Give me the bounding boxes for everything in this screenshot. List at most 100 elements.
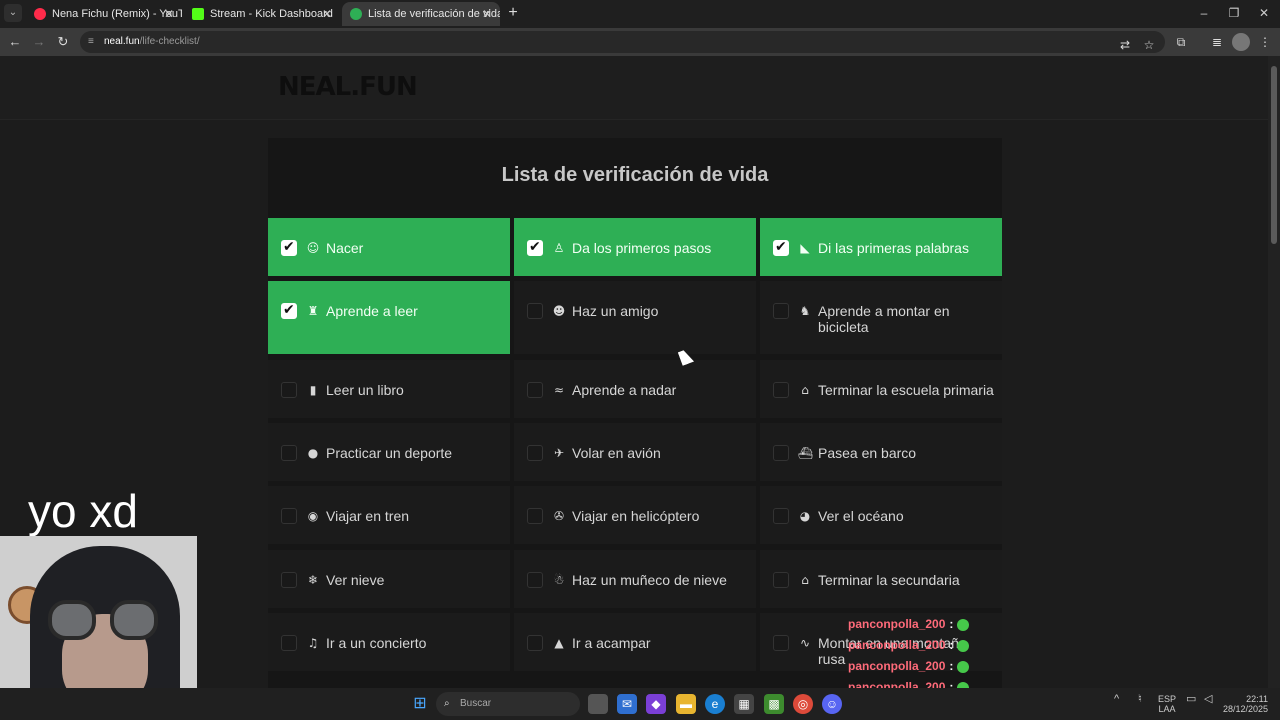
new-tab-button[interactable]: +: [504, 4, 522, 22]
checklist-checkbox[interactable]: [773, 445, 789, 461]
chat-username[interactable]: panconpolla_200: [848, 659, 945, 673]
chat-username[interactable]: panconpolla_200: [848, 638, 945, 652]
tab-search-icon[interactable]: ⌄: [4, 4, 22, 22]
extensions-icon[interactable]: ⧉: [1172, 33, 1190, 51]
swimmer-icon: ≈: [553, 383, 565, 397]
checklist-checkbox[interactable]: [281, 302, 297, 319]
checklist-item[interactable]: ⛴ Pasea en barco: [760, 423, 1002, 481]
checklist-item[interactable]: ▲ Ir a acampar: [514, 613, 756, 671]
reload-icon[interactable]: ↻: [54, 33, 72, 51]
media-controls-icon[interactable]: ≣: [1208, 33, 1226, 51]
checklist-item[interactable]: ◉ Viajar en tren: [268, 486, 510, 544]
checklist-checkbox[interactable]: [281, 572, 297, 588]
checklist-item-label: Pasea en barco: [818, 445, 917, 461]
file-explorer-icon[interactable]: ▬: [676, 694, 696, 714]
tab-kick[interactable]: Stream - Kick Dashboard ✕: [184, 2, 340, 26]
checklist-checkbox[interactable]: [527, 303, 543, 319]
menu-dots-icon[interactable]: ⋮: [1256, 33, 1274, 51]
teams-app-icon[interactable]: ◆: [646, 694, 666, 714]
back-icon[interactable]: ←: [6, 33, 24, 51]
checklist-item[interactable]: ✈ Volar en avión: [514, 423, 756, 481]
profile-avatar[interactable]: [1232, 33, 1250, 51]
checklist-item[interactable]: ♙ Da los primeros pasos: [514, 218, 756, 276]
search-placeholder: Buscar: [460, 698, 492, 709]
chat-username[interactable]: panconpolla_200: [848, 617, 945, 631]
site-info-icon[interactable]: ≡: [88, 36, 100, 48]
address-bar[interactable]: ≡ neal.fun/life-checklist/ ⇄ ☆: [80, 31, 1165, 53]
checklist-item[interactable]: ◕ Ver el océano: [760, 486, 1002, 544]
checklist-checkbox[interactable]: [773, 635, 789, 651]
checklist-item[interactable]: ⌂ Terminar la secundaria: [760, 550, 1002, 608]
checklist-item[interactable]: ❄ Ver nieve: [268, 550, 510, 608]
checklist-item-label: Aprende a leer: [326, 303, 418, 319]
tray-overflow-icon[interactable]: ^: [1114, 694, 1119, 705]
checklist-checkbox[interactable]: [527, 572, 543, 588]
microphone-icon[interactable]: ♮: [1138, 694, 1142, 705]
scrollbar-thumb[interactable]: [1271, 66, 1277, 244]
green-book-icon: ▮: [309, 383, 317, 397]
taskbar-search[interactable]: ⌕ Buscar: [436, 692, 580, 716]
clock-area[interactable]: 22:11 28/12/2025: [1222, 694, 1268, 714]
checklist-item[interactable]: ♜ Aprende a leer: [268, 281, 510, 354]
checklist-checkbox[interactable]: [281, 508, 297, 524]
site-logo[interactable]: NEAL.FUN: [278, 72, 418, 102]
checklist-item[interactable]: ◣ Di las primeras palabras: [760, 218, 1002, 276]
checklist-checkbox[interactable]: [281, 382, 297, 398]
volume-icon[interactable]: ◁: [1204, 694, 1212, 705]
checklist-checkbox[interactable]: [281, 445, 297, 461]
minecraft-icon[interactable]: ▩: [764, 694, 784, 714]
page-title: Lista de verificación de vida: [501, 164, 769, 186]
checklist-item[interactable]: ☺ Nacer: [268, 218, 510, 276]
checklist-item[interactable]: ♞ Aprende a montar en bicicleta: [760, 281, 1002, 354]
language-indicator[interactable]: ESP LAA: [1158, 694, 1176, 714]
task-view-icon[interactable]: [588, 694, 608, 714]
checklist-item-label: Terminar la escuela primaria: [818, 382, 994, 398]
minimize-icon[interactable]: –: [1194, 4, 1214, 22]
close-window-icon[interactable]: ✕: [1254, 4, 1274, 22]
checklist-checkbox[interactable]: [527, 445, 543, 461]
school-icon: ⌂: [801, 573, 809, 587]
chrome-browser-icon[interactable]: ◎: [793, 694, 813, 714]
checklist-checkbox[interactable]: [773, 572, 789, 588]
restore-icon[interactable]: ❐: [1224, 4, 1244, 22]
checklist-item[interactable]: ≈ Aprende a nadar: [514, 360, 756, 418]
url-path: /life-checklist/: [139, 36, 200, 47]
checklist-checkbox[interactable]: [773, 382, 789, 398]
tab-life-checklist[interactable]: Lista de verificación de vida ✕: [342, 2, 500, 26]
discord-app-icon[interactable]: ☺: [822, 694, 842, 714]
checklist-item[interactable]: ⌂ Terminar la escuela primaria: [760, 360, 1002, 418]
ball-icon: ●: [307, 446, 319, 460]
mail-app-icon[interactable]: ✉: [617, 694, 637, 714]
checklist-checkbox[interactable]: [527, 382, 543, 398]
browser-tab-strip: ⌄ Nena Fichu (Remix) - YouTube ✕ Stream …: [0, 0, 1280, 28]
checklist-item[interactable]: ▮ Leer un libro: [268, 360, 510, 418]
close-tab-icon[interactable]: ✕: [322, 2, 332, 26]
checklist-checkbox[interactable]: [527, 239, 543, 256]
tab-youtube[interactable]: Nena Fichu (Remix) - YouTube ✕: [26, 2, 182, 26]
checklist-checkbox[interactable]: [773, 239, 789, 256]
checklist-item-label: Nacer: [326, 240, 364, 256]
checklist-item[interactable]: ● Practicar un deporte: [268, 423, 510, 481]
checklist-item-label: Aprende a nadar: [572, 382, 677, 398]
chat-emote-icon: [957, 639, 970, 652]
checklist-item[interactable]: ✇ Viajar en helicóptero: [514, 486, 756, 544]
checklist-checkbox[interactable]: [527, 635, 543, 651]
page-scrollbar[interactable]: [1268, 56, 1280, 688]
network-icon[interactable]: ▭: [1186, 694, 1196, 705]
store-app-icon[interactable]: ▦: [734, 694, 754, 714]
checklist-item[interactable]: ☃ Haz un muñeco de nieve: [514, 550, 756, 608]
bookmark-star-icon[interactable]: ☆: [1140, 36, 1158, 54]
checklist-item[interactable]: ♫ Ir a un concierto: [268, 613, 510, 671]
edge-browser-icon[interactable]: e: [705, 694, 725, 714]
close-tab-icon[interactable]: ✕: [164, 2, 174, 26]
checklist-checkbox[interactable]: [281, 239, 297, 256]
forward-icon[interactable]: →: [30, 33, 48, 51]
translate-icon[interactable]: ⇄: [1116, 36, 1134, 54]
checklist-checkbox[interactable]: [527, 508, 543, 524]
checklist-checkbox[interactable]: [773, 303, 789, 319]
checklist-item[interactable]: ☻ Haz un amigo: [514, 281, 756, 354]
checklist-checkbox[interactable]: [281, 635, 297, 651]
close-tab-icon[interactable]: ✕: [482, 2, 492, 26]
checklist-checkbox[interactable]: [773, 508, 789, 524]
windows-start-icon[interactable]: ⊞: [410, 694, 430, 714]
